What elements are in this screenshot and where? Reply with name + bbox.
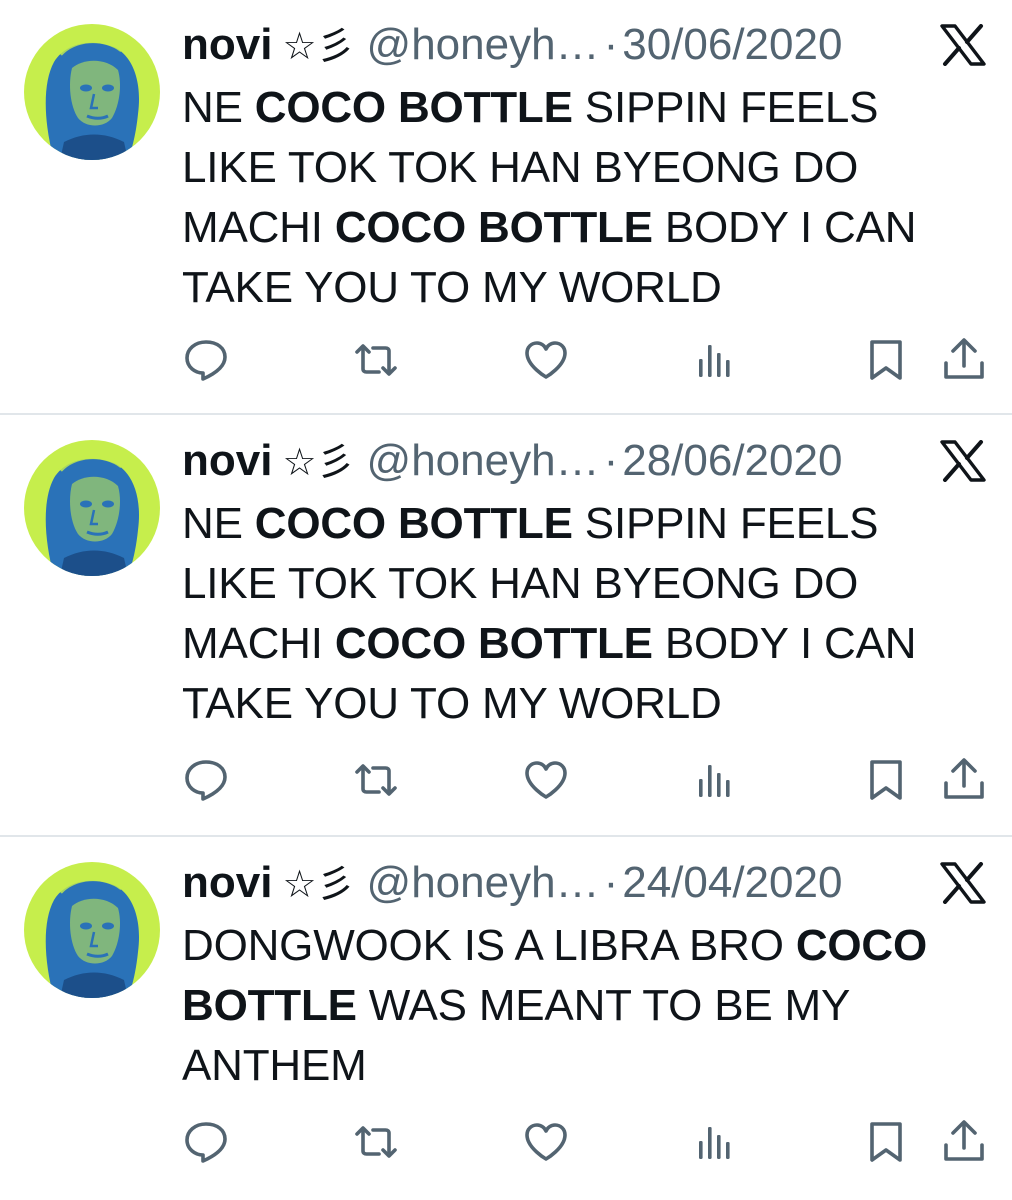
tweet-header: novi ☆彡 @honeyh…·28/06/2020 [182,434,992,488]
display-name[interactable]: novi [182,858,272,907]
user-handle[interactable]: @honeyh… [367,436,600,485]
share-icon[interactable] [940,336,988,384]
x-logo-icon [940,24,986,66]
user-handle[interactable]: @honeyh… [367,20,600,69]
divider [0,413,1012,415]
share-icon[interactable] [940,1118,988,1166]
avatar[interactable] [24,440,160,576]
tweet-text: NE COCO BOTTLE SIPPIN FEELS LIKE TOK TOK… [182,78,982,318]
retweet-icon[interactable] [352,1118,400,1166]
bookmark-icon[interactable] [862,336,910,384]
tweet-text-bold: COCO BOTTLE [334,619,653,668]
x-logo-icon [940,440,986,482]
tweet-actions [0,336,1012,386]
avatar[interactable] [24,24,160,160]
user-handle[interactable]: @honeyh… [367,858,600,907]
tweet-header: novi ☆彡 @honeyh…·24/04/2020 [182,856,992,910]
tweet-text-bold: COCO BOTTLE [254,83,573,132]
like-icon[interactable] [522,336,570,384]
separator-dot: · [603,858,619,907]
views-icon[interactable] [692,336,740,384]
views-icon[interactable] [692,1118,740,1166]
like-icon[interactable] [522,1118,570,1166]
tweet-text-run: DONGWOOK IS A LIBRA BRO [182,921,796,970]
tweet-text-bold: COCO BOTTLE [334,203,653,252]
share-icon[interactable] [940,756,988,804]
tweet-actions [0,1118,1012,1168]
tweet-text-bold: COCO BOTTLE [254,499,573,548]
tweet-feed: novi ☆彡 @honeyh…·30/06/2020 NE COCO BOTTLE… [0,0,1012,1200]
tweet-text-run: NE [182,83,255,132]
tweet[interactable]: novi ☆彡 @honeyh…·24/04/2020 DONGWOOK IS A … [0,838,1012,1200]
reply-icon[interactable] [182,336,230,384]
name-emoji: ☆彡 [282,862,355,906]
tweet-date[interactable]: 28/06/2020 [622,436,842,485]
divider [0,835,1012,837]
tweet[interactable]: novi ☆彡 @honeyh…·30/06/2020 NE COCO BOTTLE… [0,0,1012,414]
name-emoji: ☆彡 [282,440,355,484]
avatar[interactable] [24,862,160,998]
tweet[interactable]: novi ☆彡 @honeyh…·28/06/2020 NE COCO BOTTLE… [0,416,1012,836]
name-emoji: ☆彡 [282,24,355,68]
tweet-date[interactable]: 30/06/2020 [622,20,842,69]
like-icon[interactable] [522,756,570,804]
separator-dot: · [603,436,619,485]
display-name[interactable]: novi [182,20,272,69]
bookmark-icon[interactable] [862,1118,910,1166]
reply-icon[interactable] [182,1118,230,1166]
display-name[interactable]: novi [182,436,272,485]
separator-dot: · [603,20,619,69]
views-icon[interactable] [692,756,740,804]
tweet-actions [0,756,1012,806]
tweet-text: DONGWOOK IS A LIBRA BRO COCO BOTTLE WAS … [182,916,982,1096]
retweet-icon[interactable] [352,336,400,384]
tweet-header: novi ☆彡 @honeyh…·30/06/2020 [182,18,992,72]
tweet-text: NE COCO BOTTLE SIPPIN FEELS LIKE TOK TOK… [182,494,982,734]
tweet-date[interactable]: 24/04/2020 [622,858,842,907]
tweet-text-run: NE [182,499,255,548]
retweet-icon[interactable] [352,756,400,804]
x-logo-icon [940,862,986,904]
bookmark-icon[interactable] [862,756,910,804]
reply-icon[interactable] [182,756,230,804]
